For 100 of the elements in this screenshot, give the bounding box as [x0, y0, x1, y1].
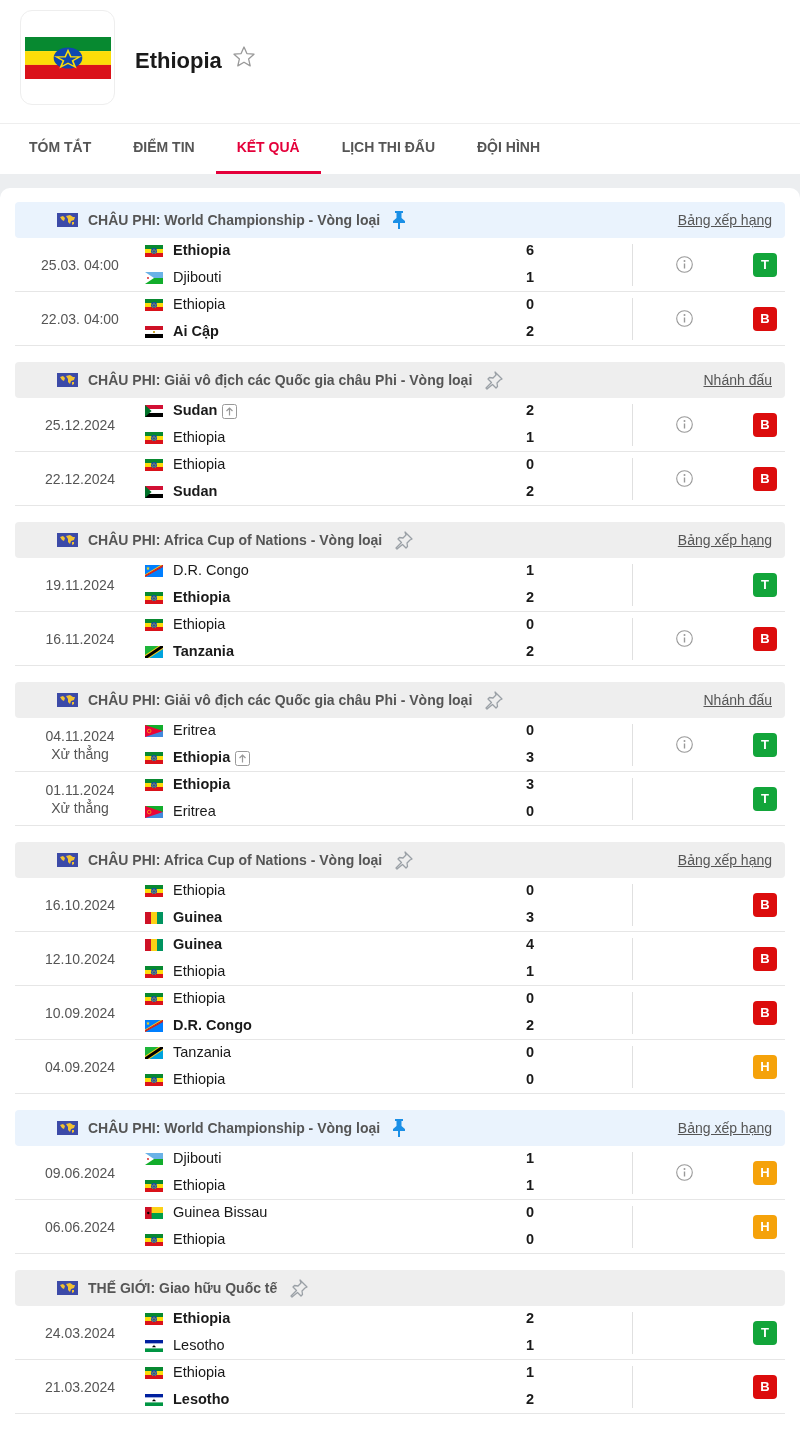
pin-icon[interactable] — [289, 1278, 310, 1298]
tab[interactable]: KẾT QUẢ — [215, 124, 321, 174]
competition-link[interactable]: Nhánh đấu — [703, 689, 772, 711]
match-date: 10.09.2024 — [44, 1003, 116, 1022]
team-score: 1 — [524, 962, 536, 982]
tab[interactable]: TÓM TẮT — [8, 124, 113, 174]
info-icon[interactable] — [675, 630, 693, 647]
competition-title: CHÂU PHI: World Championship - Vòng loại — [88, 1118, 381, 1138]
result-badge: B — [753, 946, 777, 971]
team-name: Lesotho — [173, 1336, 225, 1356]
match-note: Xử thẳng — [51, 744, 109, 763]
team-name: Ethiopia — [173, 1176, 226, 1196]
result-badge: B — [753, 892, 777, 917]
team-score: 0 — [524, 1230, 536, 1250]
match-date: 16.11.2024 — [45, 629, 115, 648]
match-note: Xử thẳng — [51, 798, 109, 817]
team-score: 2 — [524, 1390, 536, 1410]
result-badge: H — [753, 1054, 777, 1079]
team-name: Guinea — [173, 908, 223, 928]
team-score: 0 — [524, 615, 536, 635]
map-icon — [57, 853, 78, 867]
result-badge: T — [753, 786, 777, 811]
team-score: 0 — [524, 1070, 536, 1090]
team-name: Ethiopia — [173, 1309, 231, 1329]
advance-icon — [222, 403, 238, 419]
team-name: Djibouti — [173, 268, 222, 288]
team-score: 0 — [524, 989, 536, 1009]
map-icon — [57, 213, 78, 227]
result-badge: T — [753, 732, 777, 757]
team-name: Guinea — [173, 935, 223, 955]
competition-title: THẾ GIỚI: Giao hữu Quốc tế — [88, 1278, 278, 1298]
team-score: 0 — [524, 881, 536, 901]
team-name: Ethiopia — [173, 455, 226, 475]
team-score: 2 — [524, 642, 536, 662]
match-date: 21.03.2024 — [44, 1377, 116, 1396]
info-icon[interactable] — [675, 470, 693, 487]
competition-link[interactable]: Bảng xếp hạng — [677, 209, 772, 231]
team-score: 1 — [524, 1176, 536, 1196]
tab[interactable]: ĐỘI HÌNH — [456, 124, 561, 174]
result-badge: B — [753, 1374, 777, 1399]
team-name: Ethiopia — [173, 881, 226, 901]
result-badge: B — [753, 412, 777, 437]
tab[interactable]: ĐIỂM TIN — [112, 124, 216, 174]
team-name: Ethiopia — [173, 775, 231, 795]
pin-icon[interactable] — [394, 530, 415, 550]
result-badge: T — [753, 1320, 777, 1345]
team-name: Lesotho — [173, 1390, 230, 1410]
competition-title: CHÂU PHI: Africa Cup of Nations - Vòng loại — [88, 530, 383, 550]
team-score: 1 — [524, 268, 536, 288]
team-name: Ethiopia — [173, 1070, 226, 1090]
map-icon — [57, 1121, 78, 1135]
team-score: 0 — [524, 1043, 536, 1063]
info-icon[interactable] — [675, 1164, 693, 1181]
pin-icon[interactable] — [394, 850, 415, 870]
competition-link[interactable]: Bảng xếp hạng — [677, 849, 772, 871]
competition-link[interactable]: Bảng xếp hạng — [677, 529, 772, 551]
pin-icon[interactable] — [484, 370, 505, 390]
competition-link[interactable]: Nhánh đấu — [703, 369, 772, 391]
team-score: 1 — [524, 1363, 536, 1383]
match-date: 22.12.2024 — [44, 469, 116, 488]
team-score: 4 — [524, 935, 536, 955]
pin-icon[interactable] — [392, 210, 407, 230]
team-score: 1 — [524, 1149, 536, 1169]
result-badge: B — [753, 306, 777, 331]
pin-icon[interactable] — [392, 1118, 407, 1138]
competition-link[interactable]: Bảng xếp hạng — [677, 1117, 772, 1139]
info-icon[interactable] — [675, 736, 693, 753]
team-name: Ai Cập — [173, 322, 219, 342]
team-score: 3 — [524, 748, 536, 768]
info-icon[interactable] — [675, 416, 693, 433]
team-name: D.R. Congo — [173, 1016, 252, 1036]
result-badge: H — [753, 1214, 777, 1239]
team-title: Ethiopia — [135, 47, 222, 75]
team-name: Ethiopia — [173, 962, 226, 982]
info-icon[interactable] — [675, 256, 693, 273]
result-badge: T — [753, 252, 777, 277]
team-name: Ethiopia — [173, 1230, 226, 1250]
match-date: 06.06.2024 — [44, 1217, 116, 1236]
match-date: 25.12.2024 — [44, 415, 116, 434]
team-name: Ethiopia — [173, 241, 231, 261]
result-badge: B — [753, 466, 777, 491]
team-name: Eritrea — [173, 802, 216, 822]
match-date: 19.11.2024 — [45, 575, 115, 594]
result-badge: H — [753, 1160, 777, 1185]
team-name: Ethiopia — [173, 989, 226, 1009]
info-icon[interactable] — [675, 310, 693, 327]
team-name: Ethiopia — [173, 588, 231, 608]
team-score: 0 — [524, 721, 536, 741]
team-name: Ethiopia — [173, 748, 231, 768]
map-icon — [57, 533, 78, 547]
match-date: 04.09.2024 — [44, 1057, 116, 1076]
result-badge: B — [753, 626, 777, 651]
team-score: 2 — [524, 322, 536, 342]
tab[interactable]: LỊCH THI ĐẤU — [320, 124, 456, 174]
star-icon[interactable] — [231, 45, 256, 69]
team-name: Tanzania — [173, 1043, 232, 1063]
pin-icon[interactable] — [484, 690, 505, 710]
competition-title: CHÂU PHI: World Championship - Vòng loại — [88, 210, 381, 230]
team-score: 0 — [524, 295, 536, 315]
team-score: 2 — [524, 401, 536, 421]
